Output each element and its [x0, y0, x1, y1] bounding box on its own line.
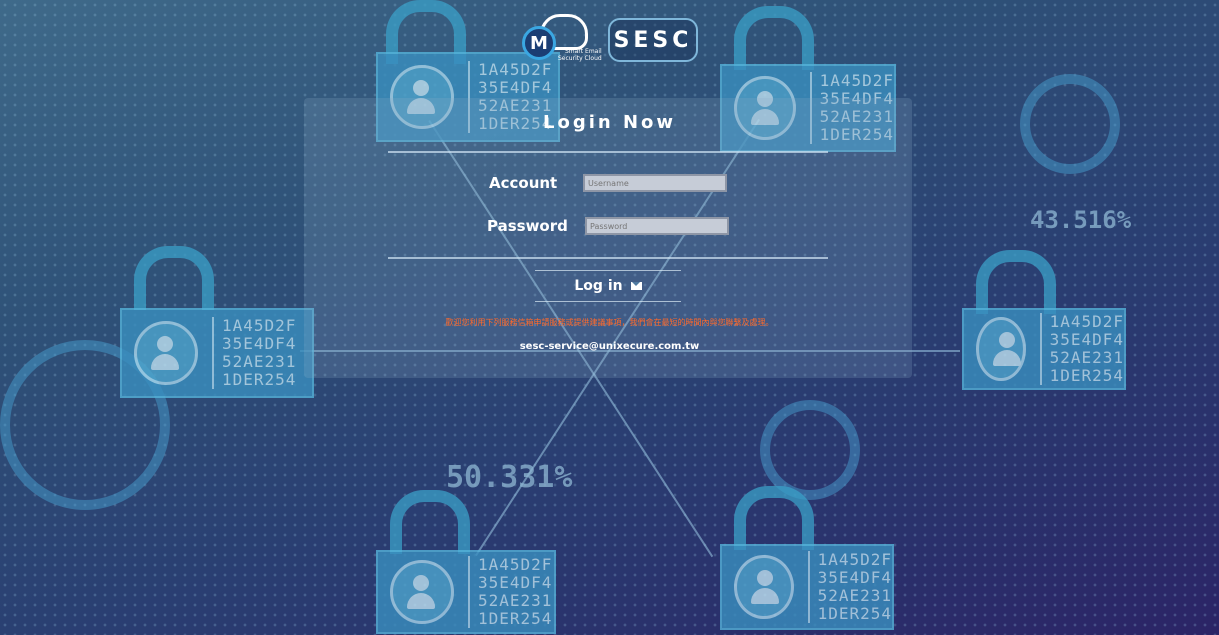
contact-email-link[interactable]: sesc-service@unixecure.com.tw — [0, 341, 1219, 352]
user-icon — [734, 555, 794, 619]
user-icon — [390, 560, 454, 624]
username-input[interactable] — [583, 174, 727, 192]
sesc-logo: SESC — [608, 18, 698, 62]
service-notice: 歡迎您利用下列服務信箱申請服務或提供建議事項，我們會在最短的時間內與您聯繫及處理… — [445, 318, 774, 327]
form-divider — [388, 257, 828, 259]
login-button-label: Log in — [574, 278, 623, 294]
logo-caption: Smart Email Security Cloud — [558, 48, 602, 62]
logo-letter: M — [522, 26, 556, 60]
smart-email-security-cloud-logo: M Smart Email Security Cloud — [522, 14, 606, 62]
password-label: Password — [487, 217, 568, 235]
background-ring — [760, 400, 860, 500]
background-number: 50.331% — [446, 460, 573, 495]
login-title: Login Now — [542, 112, 677, 133]
account-label: Account — [489, 174, 558, 192]
background-number: 43.516% — [1030, 206, 1132, 234]
mail-icon — [630, 282, 642, 290]
password-input[interactable] — [585, 217, 729, 235]
login-button[interactable]: Log in — [535, 270, 681, 302]
title-divider — [388, 151, 828, 153]
login-panel — [304, 98, 912, 378]
user-icon — [134, 321, 198, 385]
